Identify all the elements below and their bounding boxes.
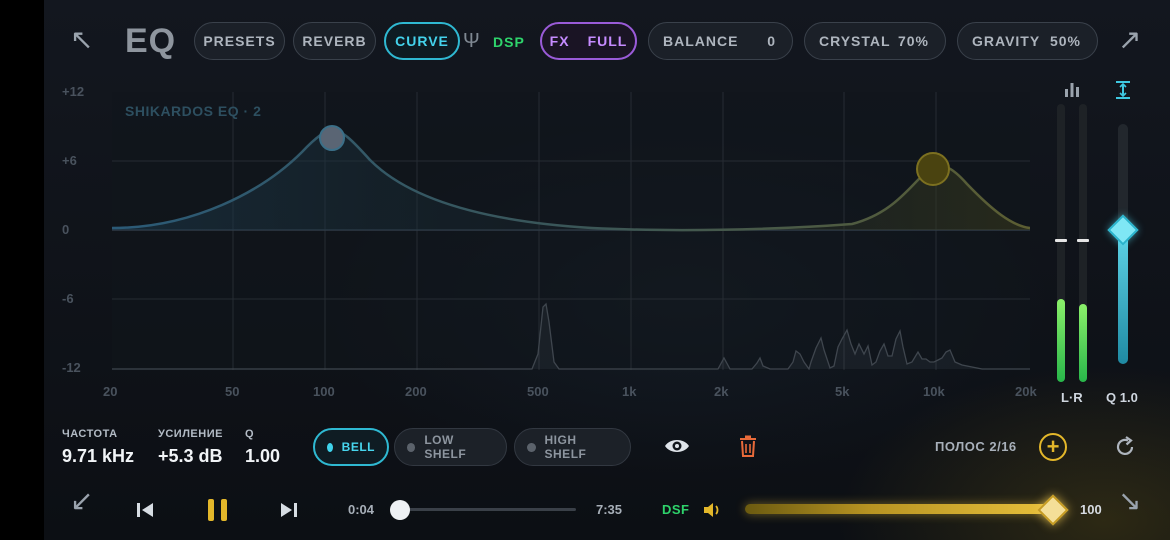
y-label-plus12: +12 [62,84,85,99]
shape-high-shelf-button[interactable]: HIGH SHELF [514,428,631,466]
gravity-label: GRAVITY [972,33,1041,49]
x-label-200: 200 [405,384,427,399]
left-meter-level [1057,299,1065,382]
presets-button[interactable]: PRESETS [194,22,285,60]
volume-icon[interactable] [702,501,722,519]
q-slider-fill [1118,232,1128,364]
x-label-2k: 2k [714,384,729,399]
q-meter-label: Q 1.0 [1106,390,1138,405]
balance-label: BALANCE [663,33,739,49]
gravity-value: 50% [1049,33,1081,49]
plus-icon: + [1046,434,1060,459]
dsp-label[interactable]: DSP [493,34,525,50]
seek-bar-knob[interactable] [390,500,410,520]
reset-icon[interactable] [1114,436,1136,458]
crystal-value: 70% [897,33,929,49]
band-label: SHIKARDOS EQ · 2 [125,103,262,119]
page-title: EQ [125,22,177,60]
freq-value[interactable]: 9.71 kHz [62,446,134,467]
freq-label: ЧАСТОТА [62,428,118,440]
eq-curve-graph[interactable] [112,92,1030,370]
gain-label: УСИЛЕНИЕ [158,428,223,440]
y-label-zero: 0 [62,222,70,237]
arrow-up-right-icon[interactable]: ↗ [1118,26,1141,54]
x-label-500: 500 [527,384,549,399]
fx-full-button[interactable]: FX FULL [540,22,637,60]
right-meter-level [1079,304,1087,382]
radio-dot-icon [527,442,536,452]
shape-high-shelf-label: HIGH SHELF [544,433,587,461]
q-param-value[interactable]: 1.00 [245,446,280,467]
x-label-1k: 1k [622,384,637,399]
band-2-handle[interactable] [916,152,950,186]
x-label-20k: 20k [1015,384,1037,399]
shape-low-shelf-button[interactable]: LOW SHELF [394,428,507,466]
seek-bar-track[interactable] [400,508,576,511]
total-time: 7:35 [596,502,623,517]
format-badge: DSF [662,502,690,517]
curve-button[interactable]: CURVE [384,22,460,60]
current-time: 0:04 [348,502,375,517]
gravity-button[interactable]: GRAVITY 50% [957,22,1098,60]
eye-icon[interactable] [663,436,691,456]
balance-value: 0 [767,33,776,49]
x-label-50: 50 [225,384,240,399]
bar-chart-icon[interactable] [1063,80,1081,98]
shape-bell-label: BELL [341,440,375,454]
pause-icon[interactable] [206,497,230,523]
previous-track-icon[interactable] [135,500,155,520]
y-label-minus12: -12 [62,360,81,375]
left-meter-peak [1055,239,1067,242]
q-param-label: Q [245,428,255,440]
volume-value: 100 [1080,502,1102,517]
gain-value[interactable]: +5.3 dB [158,446,223,467]
channels-label: L·R [1061,390,1083,405]
radio-dot-icon [407,442,416,452]
arrow-down-right-icon[interactable]: ↘ [1118,487,1141,515]
full-label: FULL [587,33,628,49]
add-band-button[interactable]: + [1039,433,1067,461]
x-label-10k: 10k [923,384,945,399]
crystal-button[interactable]: CRYSTAL 70% [804,22,946,60]
shape-low-shelf-label: LOW SHELF [424,433,467,461]
shape-bell-button[interactable]: BELL [313,428,389,466]
trash-icon[interactable] [739,435,757,457]
volume-slider-track[interactable] [745,504,1055,514]
crystal-label: CRYSTAL [819,33,891,49]
usb-icon: Ψ [463,30,480,52]
x-label-20: 20 [103,384,118,399]
y-label-minus6: -6 [62,291,74,306]
arrow-down-left-icon[interactable]: ↙ [70,487,93,515]
right-meter-peak [1077,239,1089,242]
reverb-button[interactable]: REVERB [293,22,376,60]
radio-dot-icon [327,442,333,452]
band-1-handle[interactable] [319,125,345,151]
balance-button[interactable]: BALANCE 0 [648,22,793,60]
fx-label: FX [549,33,570,49]
height-adjust-icon[interactable] [1113,80,1133,100]
x-label-5k: 5k [835,384,850,399]
next-track-icon[interactable] [279,500,299,520]
x-label-100: 100 [313,384,335,399]
arrow-up-left-icon[interactable]: ↖ [70,26,93,54]
y-label-plus6: +6 [62,153,77,168]
bands-count: ПОЛОС 2/16 [935,439,1017,454]
